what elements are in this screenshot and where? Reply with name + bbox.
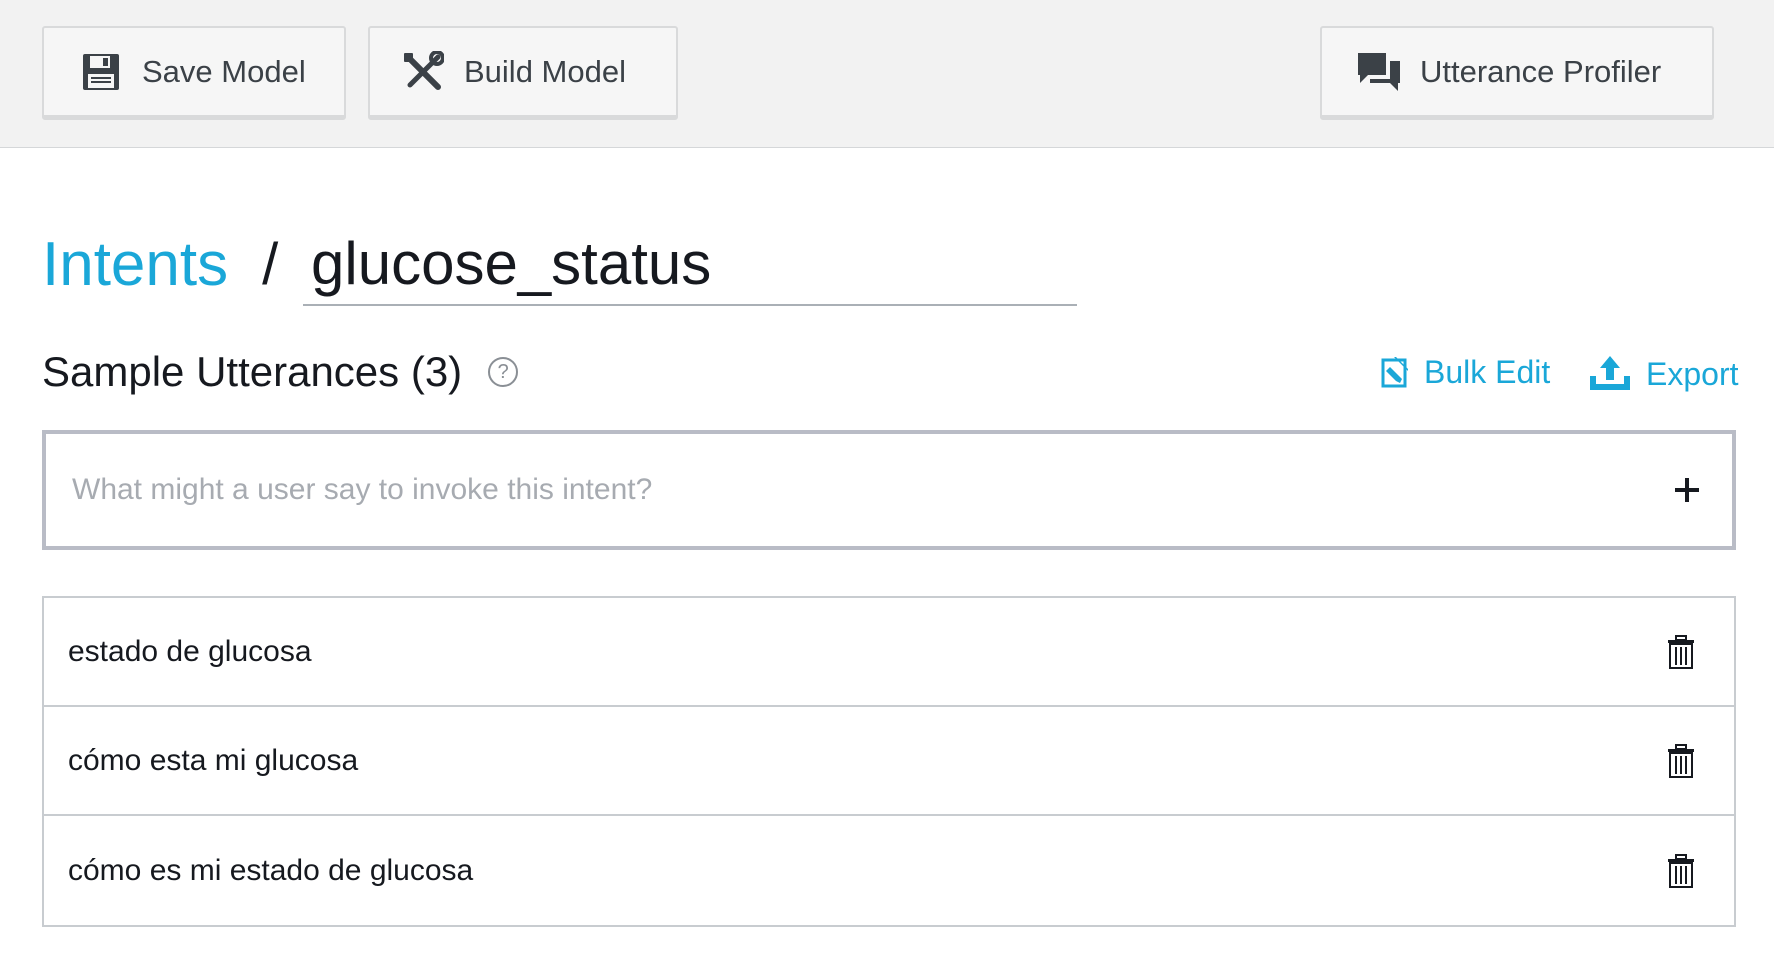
export-label: Export: [1646, 355, 1739, 392]
bulk-edit-icon: [1380, 356, 1410, 389]
export-button[interactable]: Export: [1588, 354, 1738, 394]
breadcrumb: Intents /: [42, 222, 278, 306]
utterance-text[interactable]: estado de glucosa: [68, 635, 312, 669]
toolbar: Save Model Build Model Utterance Profile…: [0, 0, 1774, 148]
sample-utterances-title: Sample Utterances (3): [42, 348, 463, 395]
intent-name-field[interactable]: [303, 222, 1077, 306]
list-item: estado de glucosa: [44, 598, 1734, 707]
build-model-button[interactable]: Build Model: [368, 26, 678, 120]
trash-icon: [1668, 634, 1694, 669]
trash-icon: [1668, 853, 1694, 888]
breadcrumb-intents-link[interactable]: Intents: [42, 229, 228, 300]
bulk-edit-label: Bulk Edit: [1424, 354, 1551, 390]
utterance-text[interactable]: cómo es mi estado de glucosa: [68, 854, 473, 888]
new-utterance-input[interactable]: [46, 434, 1642, 546]
list-item: cómo es mi estado de glucosa: [44, 816, 1734, 925]
help-icon[interactable]: ?: [488, 357, 519, 387]
delete-utterance-button[interactable]: [1664, 741, 1698, 781]
utterance-list: estado de glucosa cómo esta mi glucosa c…: [42, 596, 1736, 927]
chat-bubbles-icon: [1356, 49, 1402, 95]
sample-utterances-heading: Sample Utterances (3) ?: [42, 348, 519, 396]
save-model-button[interactable]: Save Model: [42, 26, 346, 120]
build-model-label: Build Model: [464, 53, 626, 89]
list-item: cómo esta mi glucosa: [44, 707, 1734, 816]
add-utterance-button[interactable]: [1642, 434, 1732, 546]
floppy-disk-icon: [78, 49, 124, 95]
upload-icon: [1588, 354, 1632, 394]
utterance-text[interactable]: cómo esta mi glucosa: [68, 744, 358, 778]
utterance-profiler-label: Utterance Profiler: [1420, 53, 1662, 89]
new-utterance-field-wrapper: [42, 430, 1736, 550]
bulk-edit-button[interactable]: Bulk Edit: [1380, 354, 1550, 391]
plus-icon: [1675, 478, 1699, 502]
breadcrumb-separator: /: [262, 231, 279, 297]
utterance-profiler-button[interactable]: Utterance Profiler: [1320, 26, 1714, 120]
delete-utterance-button[interactable]: [1664, 851, 1698, 891]
save-model-label: Save Model: [142, 53, 306, 89]
delete-utterance-button[interactable]: [1664, 632, 1698, 672]
wrench-screwdriver-icon: [400, 49, 446, 95]
trash-icon: [1668, 743, 1694, 778]
